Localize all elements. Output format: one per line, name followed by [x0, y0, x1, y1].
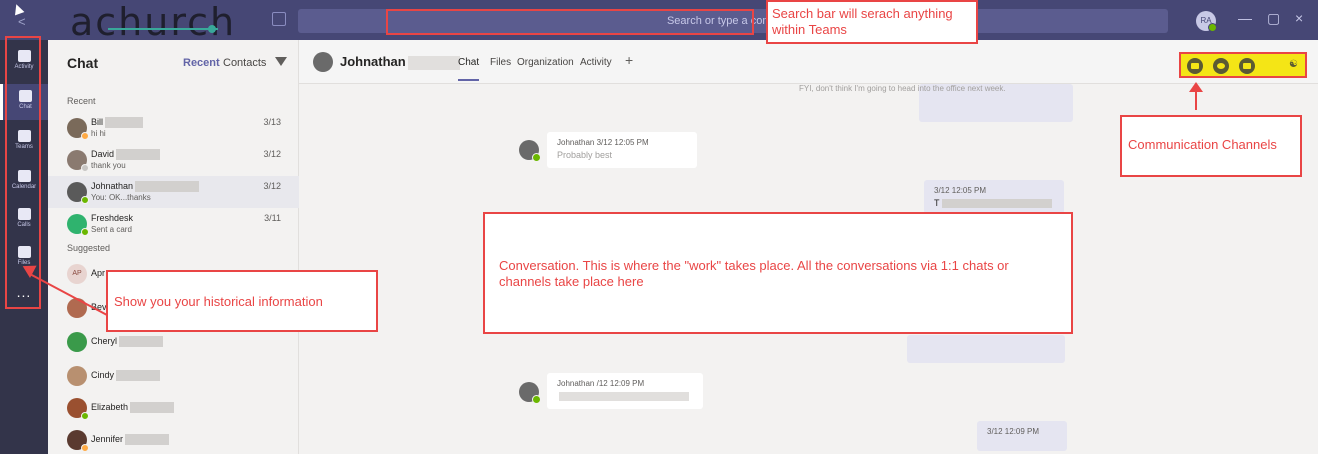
message-preview: hi hi [91, 129, 106, 138]
conversation-header: Johnathan Chat Files Organization Activi… [299, 40, 1318, 84]
new-chat-icon[interactable] [272, 12, 286, 26]
message-meta: 3/12 12:09 PM [987, 427, 1040, 436]
arrow-comm-head [1189, 82, 1203, 92]
contact-name: Cindy [91, 370, 161, 382]
audio-call-icon[interactable] [1213, 58, 1229, 74]
tab-activity[interactable]: Activity [580, 57, 612, 68]
avatar [67, 118, 89, 140]
message-preview: thank you [91, 161, 126, 170]
list-item[interactable]: Cindy [48, 360, 299, 392]
contact-name: Freshdesk [91, 213, 134, 223]
back-arrow-icon[interactable]: < [18, 14, 26, 29]
organization-logo: achurch [70, 0, 237, 44]
arrow-comm-shaft [1195, 90, 1197, 110]
message-text [557, 391, 689, 402]
avatar: AP [67, 264, 87, 284]
video-call-icon[interactable] [1187, 58, 1203, 74]
contact-name: Johnathan [91, 181, 200, 193]
avatar [67, 150, 89, 172]
list-item[interactable]: Freshdesk Sent a card 3/11 [48, 208, 299, 240]
chat-list-panel: Chat Recent Contacts Recent Bill hi hi 3… [48, 40, 299, 454]
suggested-section-label: Suggested [67, 243, 111, 253]
annotation-search-text: Search bar will serach anything within T… [772, 6, 953, 37]
message-text: Probably best [557, 150, 613, 160]
close-icon[interactable]: × [1295, 10, 1303, 26]
list-item[interactable]: David thank you 3/12 [48, 144, 299, 176]
annotation-history-text: Show you your historical information [114, 294, 323, 309]
chat-date: 3/13 [263, 117, 281, 127]
avatar [67, 430, 89, 452]
logo-dot [208, 25, 216, 33]
message-bubble-mine: 3/12 12:05 PM T [924, 180, 1064, 214]
message-text: T [934, 198, 1052, 209]
chat-date: 3/12 [263, 149, 281, 159]
chat-list-title: Chat [67, 55, 99, 71]
annotation-communication: Communication Channels [1120, 115, 1302, 177]
user-avatar[interactable]: RA [1196, 11, 1217, 32]
annotation-conversation: Conversation. This is where the "work" t… [483, 212, 1073, 334]
list-item[interactable]: Elizabeth [48, 392, 299, 424]
contact-name: David [91, 149, 161, 161]
tab-chat[interactable]: Chat [458, 57, 480, 81]
message-bubble-mine: 3/12 12:09 PM [977, 421, 1067, 451]
recent-section-label: Recent [67, 96, 96, 106]
avatar [67, 332, 87, 352]
avatar [313, 52, 333, 72]
avatar [519, 140, 541, 162]
share-screen-icon[interactable] [1239, 58, 1255, 74]
message-bubble: Johnathan 3/12 12:05 PM Probably best [547, 132, 697, 168]
message-bubble-mine: FYI, don't think I'm going to head into … [799, 84, 1073, 122]
avatar [67, 366, 87, 386]
contact-name: Jennifer [91, 434, 170, 446]
contact-name: Bill [91, 117, 144, 129]
message-meta: 3/12 12:05 PM [934, 186, 987, 195]
communication-buttons: ☯ [1179, 52, 1307, 78]
tab-organization[interactable]: Organization [517, 57, 574, 68]
chat-date: 3/12 [263, 181, 281, 191]
list-item[interactable]: Bill hi hi 3/13 [48, 112, 299, 144]
avatar [67, 182, 89, 204]
logo-underline [108, 28, 218, 30]
add-people-icon[interactable]: ☯ [1289, 59, 1298, 70]
filter-icon[interactable] [275, 57, 287, 66]
message-bubble: Johnathan /12 12:09 PM [547, 373, 703, 409]
message-bubble-mine [907, 335, 1065, 363]
tab-recent[interactable]: Recent [183, 57, 220, 69]
conversation-contact-name: Johnathan [340, 54, 460, 70]
tab-contacts[interactable]: Contacts [223, 57, 266, 69]
contact-name: Elizabeth [91, 402, 175, 414]
message-meta: Johnathan 3/12 12:05 PM [557, 138, 649, 147]
annotation-communication-text: Communication Channels [1128, 137, 1277, 152]
message-text: FYI, don't think I'm going to head into … [799, 84, 1006, 93]
contact-name: Cheryl [91, 336, 164, 348]
annotation-history: Show you your historical information [106, 270, 378, 332]
message-meta: Johnathan /12 12:09 PM [557, 379, 645, 388]
message-preview: Sent a card [91, 225, 132, 234]
avatar [67, 398, 89, 420]
search-highlight [386, 9, 754, 35]
annotation-search: Search bar will serach anything within T… [766, 0, 978, 44]
message-preview: You: OK...thanks [91, 193, 151, 202]
avatar [519, 382, 541, 404]
chat-date: 3/11 [264, 213, 281, 223]
list-item[interactable]: Jennifer [48, 424, 299, 454]
annotation-conversation-text: Conversation. This is where the "work" t… [499, 258, 1009, 289]
maximize-icon[interactable]: ▢ [1267, 10, 1280, 27]
tab-files[interactable]: Files [490, 57, 511, 68]
avatar [67, 214, 89, 236]
list-item[interactable]: Johnathan You: OK...thanks 3/12 [48, 176, 299, 208]
add-tab-icon[interactable]: + [625, 52, 633, 68]
contact-name: Apr [91, 268, 106, 278]
minimize-icon[interactable]: — [1238, 10, 1252, 26]
